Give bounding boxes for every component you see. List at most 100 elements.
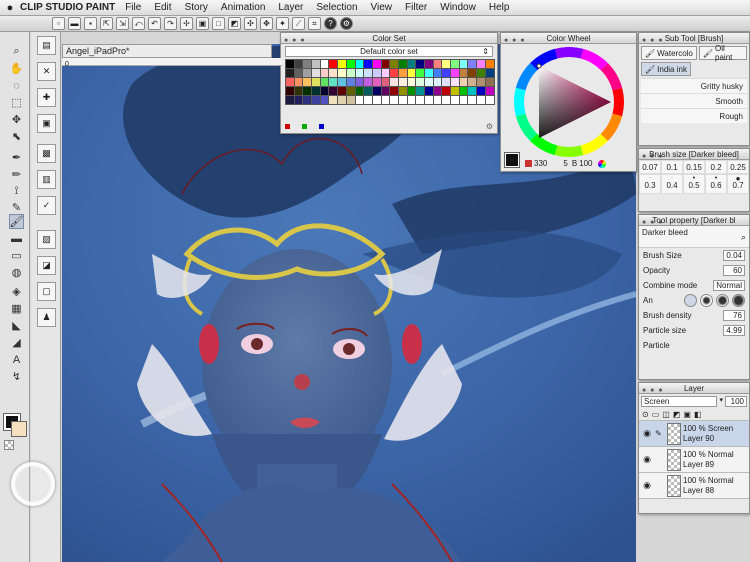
color-swatch[interactable]	[398, 87, 407, 95]
color-swatch[interactable]	[381, 69, 390, 77]
select-all-icon[interactable]: ▣	[196, 17, 209, 30]
color-swatch[interactable]	[416, 69, 424, 77]
blend-tool-icon[interactable]: ◍	[9, 265, 24, 280]
color-swatch[interactable]	[459, 87, 468, 95]
color-swatch[interactable]	[485, 96, 494, 104]
new-file-icon[interactable]: ▫	[52, 17, 65, 30]
color-swatch[interactable]	[294, 96, 303, 104]
pencil-tool-icon[interactable]: ✏	[9, 167, 24, 182]
color-swatch[interactable]	[459, 78, 468, 86]
menu-window[interactable]: Window	[440, 2, 476, 13]
zoom-preview-icon[interactable]: ⌕	[741, 232, 746, 243]
color-swatch[interactable]	[355, 78, 364, 86]
brush-size-option[interactable]: 0.25	[727, 160, 749, 174]
settings-icon[interactable]: ⚙	[340, 17, 353, 30]
color-swatch[interactable]	[286, 96, 294, 104]
window-controls-icon[interactable]: ● ● ●	[642, 151, 664, 162]
subtool-picture-icon[interactable]: ▨	[37, 230, 56, 249]
combine-mode-select[interactable]: Normal	[713, 280, 745, 291]
operation-tool-icon[interactable]: ⬉	[9, 129, 24, 144]
eye-icon[interactable]: ◉	[639, 480, 655, 491]
color-swatch[interactable]	[433, 60, 442, 68]
particle-row[interactable]: Particle	[639, 338, 749, 353]
brush-size-option[interactable]: 0.2	[705, 160, 727, 174]
color-swatch[interactable]	[416, 96, 424, 104]
clip-icon[interactable]: ▭	[652, 410, 660, 419]
tab-india-ink[interactable]: 🖌 India ink	[641, 62, 691, 76]
undo-icon[interactable]: ↶	[148, 17, 161, 30]
color-swatch[interactable]	[425, 96, 433, 104]
brush-size-option[interactable]: · 0.3	[639, 174, 661, 194]
color-swatch[interactable]	[303, 87, 312, 95]
particle-size-row[interactable]: Particle size 4.99	[639, 323, 749, 338]
color-swatch[interactable]	[416, 87, 424, 95]
gradient-tool-icon[interactable]: ▦	[9, 301, 24, 316]
hand-tool-icon[interactable]: ✋	[9, 61, 24, 76]
color-swatch[interactable]	[381, 60, 390, 68]
color-swatch[interactable]	[338, 96, 346, 104]
color-swatch[interactable]	[286, 87, 294, 95]
color-swatch[interactable]	[355, 96, 364, 104]
redo-icon[interactable]: ↷	[164, 17, 177, 30]
color-swatch[interactable]	[338, 87, 346, 95]
brush-size-option[interactable]: · 0.4	[661, 174, 683, 194]
color-swatch[interactable]	[320, 78, 329, 86]
figure-tool-icon[interactable]: ◣	[9, 318, 24, 333]
decoration-tool-icon[interactable]: ▬	[9, 231, 24, 246]
menu-help[interactable]: Help	[489, 2, 510, 13]
color-mode-icon[interactable]	[597, 159, 606, 168]
ruler-tool-icon[interactable]: ◢	[9, 335, 24, 350]
subtool-frame-icon[interactable]: ▢	[37, 282, 56, 301]
color-swatch[interactable]	[320, 69, 329, 77]
color-swatch[interactable]	[433, 96, 442, 104]
color-swatch[interactable]	[364, 78, 372, 86]
color-swatch-grid[interactable]	[285, 59, 495, 105]
brush-size-option[interactable]: ● 0.7	[727, 174, 749, 194]
brush-size-option[interactable]: • 0.6	[705, 174, 727, 194]
color-swatch[interactable]	[459, 60, 468, 68]
aa-medium-icon[interactable]	[716, 294, 729, 307]
color-swatch[interactable]	[477, 69, 485, 77]
layer-row[interactable]: ◉ ✎ 100 % Screen Layer 90	[639, 421, 749, 447]
subtool-navigator-icon[interactable]: ✚	[37, 88, 56, 107]
color-swatch[interactable]	[442, 69, 451, 77]
color-swatch[interactable]	[329, 78, 338, 86]
apple-menu-icon[interactable]: ●	[0, 2, 20, 14]
color-swatch[interactable]	[407, 87, 416, 95]
color-swatch[interactable]	[320, 87, 329, 95]
color-swatch[interactable]	[346, 78, 355, 86]
color-swatch[interactable]	[416, 78, 424, 86]
clear-selection-icon[interactable]: ✦	[276, 17, 289, 30]
color-swatch[interactable]	[398, 69, 407, 77]
color-swatch[interactable]	[364, 87, 372, 95]
eye-icon[interactable]: ◉	[639, 454, 655, 465]
selection-settings-icon[interactable]: ✣	[244, 17, 257, 30]
color-swatch[interactable]	[468, 96, 477, 104]
fill-selection-icon[interactable]: ✥	[260, 17, 273, 30]
snap-grid-icon[interactable]: ⌗	[308, 17, 321, 30]
brush-size-row[interactable]: Brush Size 0.04	[639, 248, 749, 263]
lasso-tool-icon[interactable]: ◌	[9, 78, 24, 93]
color-swatch[interactable]	[372, 69, 381, 77]
selection-tool-icon[interactable]: ⬚	[9, 95, 24, 110]
color-swatch[interactable]	[303, 96, 312, 104]
color-swatch[interactable]	[398, 60, 407, 68]
color-swatch[interactable]	[338, 69, 346, 77]
color-swatch[interactable]	[338, 60, 346, 68]
layer-row[interactable]: ◉ 100 % Normal Layer 89	[639, 447, 749, 473]
save-icon[interactable]: ▪	[84, 17, 97, 30]
subtool-layer-icon[interactable]: ✕	[37, 62, 56, 81]
aa-none-icon[interactable]	[684, 294, 697, 307]
color-swatch[interactable]	[390, 69, 398, 77]
opacity-value[interactable]: 60	[723, 265, 745, 276]
subtool-edit-icon[interactable]: ◪	[37, 256, 56, 275]
mask-icon[interactable]: ▣	[683, 410, 691, 419]
color-swatch[interactable]	[312, 87, 320, 95]
color-swatch[interactable]	[312, 69, 320, 77]
color-swatch[interactable]	[294, 87, 303, 95]
color-wheel[interactable]	[507, 46, 637, 177]
window-controls-icon[interactable]: ● ● ●	[642, 385, 664, 396]
color-swatch[interactable]	[477, 87, 485, 95]
color-swatch[interactable]	[459, 96, 468, 104]
brush-size-option[interactable]: 0.07	[639, 160, 661, 174]
